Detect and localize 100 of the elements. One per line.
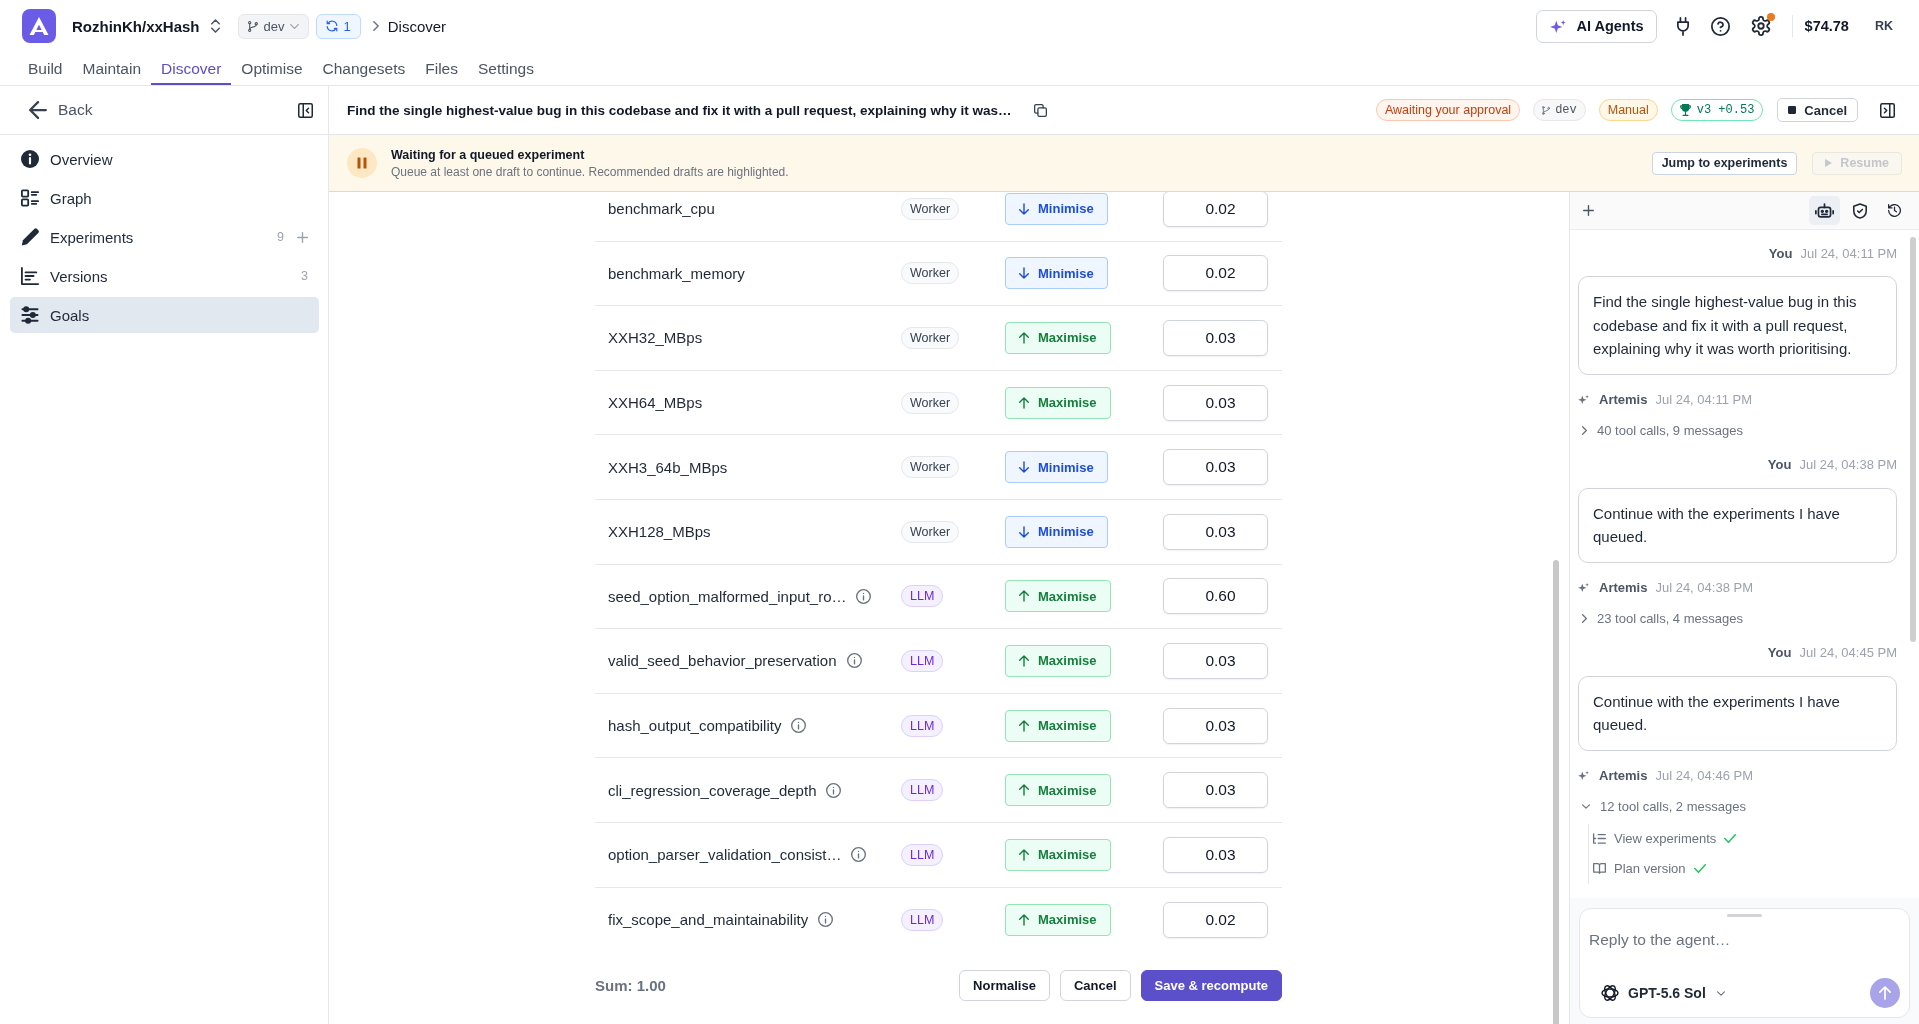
weight-input[interactable]: 0.03 bbox=[1163, 320, 1268, 356]
weight-input[interactable]: 0.03 bbox=[1163, 772, 1268, 809]
nav-tab[interactable]: Optimise bbox=[231, 52, 313, 85]
weight-input[interactable]: 0.03 bbox=[1163, 449, 1268, 486]
reply-field[interactable]: Reply to the agent… bbox=[1589, 927, 1900, 957]
resize-handle[interactable] bbox=[1727, 914, 1762, 917]
nav-tab[interactable]: Files bbox=[415, 52, 468, 85]
banner-title: Waiting for a queued experiment bbox=[391, 147, 586, 162]
arrow-up-icon bbox=[1019, 396, 1029, 409]
info-icon[interactable] bbox=[846, 653, 862, 669]
direction-button[interactable]: Maximise bbox=[1005, 838, 1111, 871]
direction-button[interactable]: Maximise bbox=[1005, 709, 1111, 742]
history-icon bbox=[1888, 204, 1901, 217]
git-branch-icon bbox=[247, 20, 258, 32]
add-icon[interactable] bbox=[297, 231, 308, 243]
panel-toggle-icon[interactable] bbox=[1880, 102, 1895, 118]
info-icon[interactable] bbox=[851, 847, 867, 863]
plug-icon[interactable] bbox=[1676, 16, 1689, 36]
source-tag: Worker bbox=[901, 327, 960, 349]
nav-tab[interactable]: Maintain bbox=[72, 52, 152, 85]
direction-button[interactable]: Maximise bbox=[1005, 322, 1111, 354]
sidebar-toggle-icon[interactable] bbox=[298, 102, 313, 118]
nav-tab[interactable]: Discover bbox=[151, 52, 232, 85]
sparkle-icon bbox=[1550, 19, 1567, 33]
info-icon[interactable] bbox=[826, 782, 842, 798]
source-tag: Worker bbox=[901, 456, 960, 479]
repo-selector[interactable]: RozhinKh/xxHash bbox=[64, 13, 228, 39]
scrollbar-thumb[interactable] bbox=[1910, 237, 1916, 642]
weight-input[interactable]: 0.02 bbox=[1163, 901, 1268, 938]
message-bubble: Continue with the experiments I have queued. bbox=[1578, 675, 1897, 751]
weight-input[interactable]: 0.03 bbox=[1163, 707, 1268, 744]
source-tag: Worker bbox=[901, 391, 960, 414]
message-time: Jul 24, 04:11 PM bbox=[1800, 245, 1897, 261]
source-tag: LLM bbox=[901, 908, 944, 931]
sparkle-icon bbox=[1578, 395, 1589, 404]
app-logo-icon[interactable] bbox=[22, 9, 56, 43]
direction-button[interactable]: Maximise bbox=[1005, 644, 1111, 677]
weight-input[interactable]: 0.03 bbox=[1163, 836, 1268, 873]
goal-name: seed_option_malformed_input_ro… bbox=[608, 587, 847, 605]
info-icon[interactable] bbox=[856, 588, 872, 604]
new-chat-icon[interactable] bbox=[1583, 205, 1594, 216]
sender-name: You bbox=[1767, 645, 1792, 660]
sidebar-item[interactable]: Graph bbox=[10, 180, 319, 216]
source-tag: LLM bbox=[901, 843, 944, 866]
sparkle-icon bbox=[1578, 583, 1589, 592]
normalise-button[interactable]: Normalise bbox=[959, 970, 1050, 1002]
arrow-up-icon bbox=[1019, 913, 1029, 926]
cancel-button[interactable]: Cancel bbox=[1059, 970, 1131, 1002]
refresh-icon bbox=[326, 20, 339, 32]
tool-calls-toggle[interactable]: 40 tool calls, 9 messages bbox=[1578, 421, 1743, 440]
arrow-down-icon bbox=[1019, 525, 1029, 538]
cancel-button[interactable]: Cancel bbox=[1777, 98, 1858, 122]
sync-button[interactable]: 1 bbox=[316, 13, 361, 39]
model-selector[interactable]: GPT-5.6 Sol bbox=[1589, 985, 1725, 1001]
pencil-icon bbox=[21, 228, 39, 246]
nav-tab[interactable]: Settings bbox=[468, 52, 544, 85]
direction-button[interactable]: Maximise bbox=[1005, 774, 1111, 807]
weight-input[interactable]: 0.02 bbox=[1163, 192, 1268, 227]
sidebar-item[interactable]: Experiments 9 bbox=[10, 219, 319, 255]
sender-name: Artemis bbox=[1599, 392, 1648, 407]
sidebar-item[interactable]: Overview bbox=[10, 141, 319, 177]
direction-button[interactable]: Minimise bbox=[1005, 515, 1108, 548]
branch-selector[interactable]: dev bbox=[237, 13, 310, 39]
weight-input[interactable]: 0.60 bbox=[1163, 578, 1268, 615]
shield-check-icon bbox=[1852, 202, 1867, 219]
scrollbar-thumb[interactable] bbox=[1553, 560, 1559, 1024]
settings-icon[interactable] bbox=[1750, 16, 1771, 36]
weight-input[interactable]: 0.03 bbox=[1163, 642, 1268, 679]
goal-name: XXH32_MBps bbox=[608, 329, 703, 347]
save-button[interactable]: Save & recompute bbox=[1140, 970, 1282, 1002]
reply-composer[interactable]: Reply to the agent… GPT-5.6 Sol bbox=[1579, 908, 1910, 1018]
arrow-up-icon bbox=[1019, 590, 1029, 603]
direction-button[interactable]: Maximise bbox=[1005, 903, 1111, 936]
info-icon[interactable] bbox=[818, 912, 834, 928]
arrow-left-icon bbox=[29, 101, 47, 119]
back-button[interactable]: Back bbox=[29, 101, 93, 119]
chevron-right-icon bbox=[372, 21, 379, 31]
tool-calls-toggle[interactable]: 23 tool calls, 4 messages bbox=[1578, 609, 1743, 628]
copy-icon[interactable] bbox=[1033, 103, 1047, 117]
sidebar-item[interactable]: Goals bbox=[10, 297, 319, 333]
weight-input[interactable]: 0.02 bbox=[1163, 255, 1268, 292]
user-initials[interactable]: RK bbox=[1874, 19, 1893, 33]
help-icon[interactable] bbox=[1710, 16, 1730, 36]
info-icon[interactable] bbox=[791, 718, 807, 734]
weight-input[interactable]: 0.03 bbox=[1163, 513, 1268, 550]
direction-button[interactable]: Minimise bbox=[1005, 192, 1108, 225]
panel-tab[interactable] bbox=[1809, 196, 1840, 225]
nav-tab[interactable]: Build bbox=[18, 52, 73, 85]
message-bubble: Find the single highest-value bug in this codebase and fix it with a pull request, explaining why it was worth prioritising. bbox=[1578, 276, 1897, 375]
ai-agents-button[interactable]: AI Agents bbox=[1536, 9, 1657, 43]
weight-input[interactable]: 0.03 bbox=[1163, 384, 1268, 421]
direction-button[interactable]: Maximise bbox=[1005, 386, 1111, 419]
direction-button[interactable]: Maximise bbox=[1005, 580, 1111, 613]
direction-button[interactable]: Minimise bbox=[1005, 257, 1108, 290]
direction-button[interactable]: Minimise bbox=[1005, 451, 1108, 484]
tool-calls-toggle[interactable]: 12 tool calls, 2 messages bbox=[1578, 797, 1746, 816]
sidebar-item[interactable]: Versions 3 bbox=[10, 258, 319, 294]
nav-tab[interactable]: Changesets bbox=[312, 52, 416, 85]
arrow-down-icon bbox=[1019, 461, 1029, 474]
jump-button[interactable]: Jump to experiments bbox=[1651, 151, 1798, 175]
